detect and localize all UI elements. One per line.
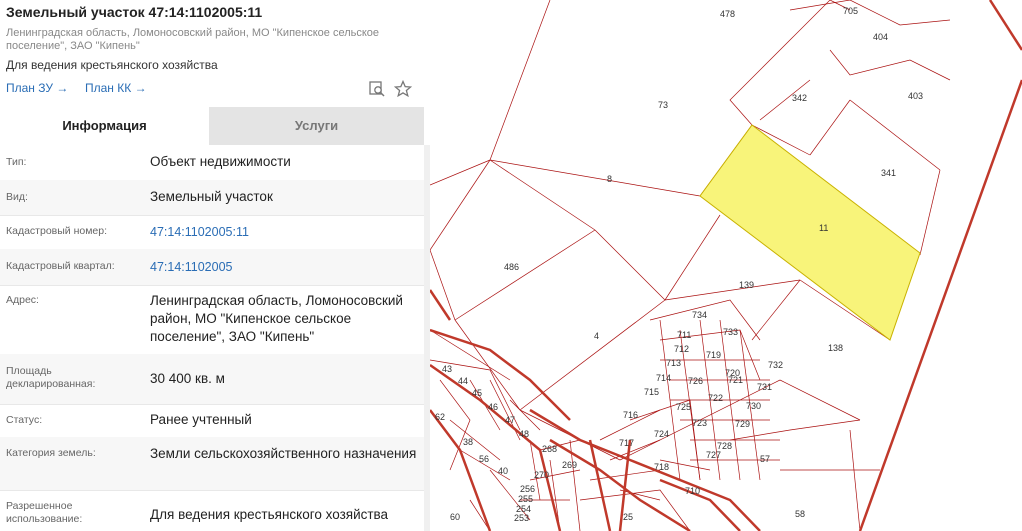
parcel-label: 73	[658, 100, 668, 110]
tabs: Информация Услуги	[0, 107, 424, 145]
page-title: Земельный участок 47:14:1102005:11	[6, 4, 263, 20]
status-value: Ранее учтенный	[150, 412, 252, 427]
parcel-label: 138	[828, 343, 843, 353]
parcel-label: 710	[685, 486, 700, 496]
row-area: Площадь декларированная: 30 400 кв. м	[0, 354, 424, 405]
parcel-label: 268	[542, 444, 557, 454]
use-label: Разрешенное использование:	[6, 500, 83, 525]
cadnum-label: Кадастровый номер:	[6, 225, 108, 237]
parcel-label: 11	[819, 223, 828, 233]
parcel-label: 718	[654, 462, 669, 472]
parcel-label: 733	[723, 327, 738, 337]
cadnum-link[interactable]: 47:14:1102005:11	[150, 223, 420, 241]
status-label: Статус:	[6, 414, 43, 426]
parcel-label: 44	[458, 376, 468, 386]
parcel-label: 62	[435, 412, 445, 422]
search-map-icon[interactable]	[368, 80, 386, 98]
plan-kk-link[interactable]: План КК →	[85, 81, 147, 95]
category-label: Категория земель:	[6, 447, 96, 459]
plan-zu-link[interactable]: План ЗУ →	[6, 81, 68, 95]
parcel-label: 732	[768, 360, 783, 370]
parcel-label: 43	[442, 364, 452, 374]
row-kind: Вид: Земельный участок	[0, 180, 424, 216]
parcel-label: 56	[479, 454, 489, 464]
parcel-label: 731	[757, 382, 772, 392]
parcel-label: 719	[706, 350, 721, 360]
quarter-label: Кадастровый квартал:	[6, 260, 115, 272]
selected-parcel[interactable]	[699, 124, 921, 341]
purpose-text: Для ведения крестьянского хозяйства	[6, 58, 218, 72]
address-subtitle: Ленинградская область, Ломоносовский рай…	[6, 27, 380, 52]
parcel-label: 486	[504, 262, 519, 272]
parcel-label: 342	[792, 93, 807, 103]
parcel-label: 726	[688, 376, 703, 386]
tab-services[interactable]: Услуги	[209, 107, 424, 145]
parcel-label: 38	[463, 437, 473, 447]
parcel-label: 730	[746, 401, 761, 411]
parcel-label: 139	[739, 280, 754, 290]
row-category: Категория земель: Земли сельскохозяйстве…	[0, 437, 424, 491]
parcel-label: 729	[735, 419, 750, 429]
type-value: Объект недвижимости	[150, 154, 291, 169]
parcel-label: 720	[725, 368, 740, 378]
parcel-label: 722	[708, 393, 723, 403]
use-value: Для ведения крестьянского хозяйства	[150, 507, 389, 522]
quarter-link[interactable]: 47:14:1102005	[150, 258, 420, 276]
parcel-label: 716	[623, 410, 638, 420]
parcel-label: 727	[706, 450, 721, 460]
parcel-label: 45	[472, 388, 482, 398]
parcel-label: 403	[908, 91, 923, 101]
parcel-label: 253	[514, 513, 529, 523]
cadastral-map[interactable]: 478 705 404 403 73 342 341 8 11 486 139 4 138 734 733 7…	[430, 0, 1022, 531]
tab-info[interactable]: Информация	[0, 107, 209, 145]
category-value: Земли сельскохозяйственного назначения	[150, 446, 417, 461]
parcel-label: 341	[881, 168, 896, 178]
row-cadnum: Кадастровый номер: 47:14:1102005:11	[0, 215, 424, 250]
address-value: Ленинградская область, Ломоносовский рай…	[150, 293, 403, 344]
parcel-label: 724	[654, 429, 669, 439]
parcel-label: 8	[607, 174, 612, 184]
parcel-label: 47	[505, 415, 515, 425]
parcel-label: 57	[760, 454, 770, 464]
parcel-label: 725	[676, 402, 691, 412]
parcel-label: 270	[534, 470, 549, 480]
parcel-label: 404	[873, 32, 888, 42]
parcel-label: 58	[795, 509, 805, 519]
row-address: Адрес: Ленинградская область, Ломоносовс…	[0, 285, 424, 355]
parcel-label: 255	[518, 494, 533, 504]
map-canvas: 478 705 404 403 73 342 341 8 11 486 139 4 138 734 733 7…	[430, 0, 1022, 531]
parcel-label: 715	[644, 387, 659, 397]
parcel-label: 712	[674, 344, 689, 354]
parcel-label: 269	[562, 460, 577, 470]
parcel-label: 723	[692, 418, 707, 428]
parcel-label: 256	[520, 484, 535, 494]
address-label: Адрес:	[6, 294, 39, 306]
kind-value: Земельный участок	[150, 189, 273, 204]
parcel-label: 4	[594, 331, 599, 341]
parcel-label: 714	[656, 373, 671, 383]
kind-label: Вид:	[6, 191, 28, 203]
parcel-label: 705	[843, 6, 858, 16]
row-status: Статус: Ранее учтенный	[0, 404, 424, 438]
parcel-label: 711	[677, 330, 691, 340]
parcel-label: 717	[619, 438, 634, 448]
parcel-label: 25	[623, 512, 633, 522]
parcel-label: 478	[720, 9, 735, 19]
row-type: Тип: Объект недвижимости	[0, 145, 424, 181]
parcel-label: 48	[519, 429, 529, 439]
parcel-label: 713	[666, 358, 681, 368]
info-panel: Земельный участок 47:14:1102005:11 Ленин…	[0, 0, 430, 531]
star-icon[interactable]	[393, 79, 413, 98]
parcel-label: 60	[450, 512, 460, 522]
area-label: Площадь декларированная:	[6, 365, 96, 390]
parcel-label: 46	[488, 402, 498, 412]
parcel-label: 40	[498, 466, 508, 476]
row-quarter: Кадастровый квартал: 47:14:1102005	[0, 249, 424, 286]
row-use: Разрешенное использование: Для ведения к…	[0, 490, 424, 531]
parcel-label: 734	[692, 310, 707, 320]
type-label: Тип:	[6, 156, 27, 168]
area-value: 30 400 кв. м	[150, 371, 225, 386]
